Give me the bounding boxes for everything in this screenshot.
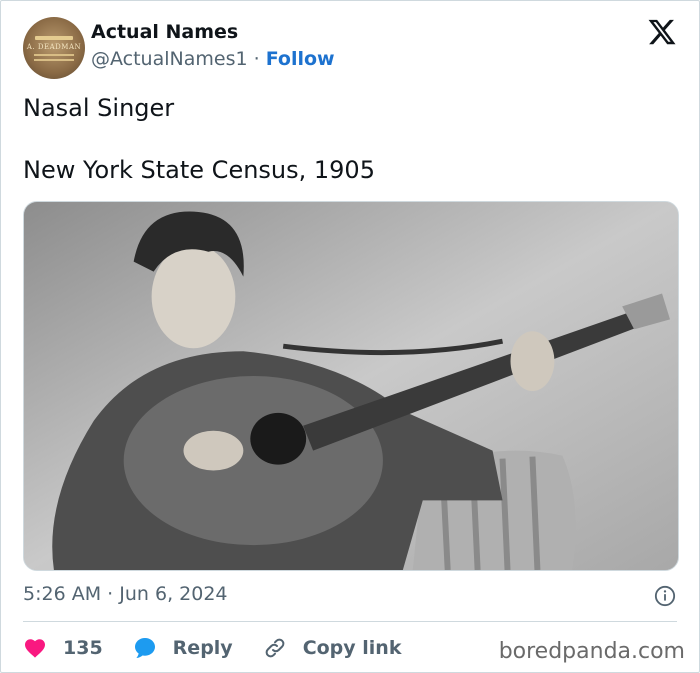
tweet-line-2: New York State Census, 1905 [23,156,375,184]
handle-separator: · [253,48,260,70]
author-handle-row: @ActualNames1 · Follow [91,48,335,70]
info-icon[interactable] [654,585,676,607]
heart-icon [25,639,45,658]
tweet-date: Jun 6, 2024 [119,583,228,605]
tweet-line-1: Nasal Singer [23,94,175,122]
action-bar: 135 Reply Copy link [23,633,431,663]
author-name[interactable]: Actual Names [91,21,238,43]
copy-link-label: Copy link [302,637,402,659]
x-logo-icon[interactable] [647,17,677,47]
avatar-plaque-line [34,53,74,56]
like-button[interactable]: 135 [23,636,103,660]
avatar-plaque-text: A. DEADMAN [26,42,82,51]
tweet-timestamp[interactable]: 5:26 AM · Jun 6, 2024 [23,583,228,605]
meta-separator: · [107,583,114,605]
copy-link-button[interactable]: Copy link [263,636,402,660]
link-icon [265,638,285,658]
reply-bubble-icon [134,638,155,658]
tweet-time: 5:26 AM [23,583,102,605]
watermark: boredpanda.com [498,639,685,664]
avatar-plaque-line [34,58,74,61]
tweet-text: Nasal Singer New York State Census, 1905 [23,93,375,186]
reply-button[interactable]: Reply [133,636,233,660]
divider [23,621,677,622]
tweet-card: A. DEADMAN Actual Names @ActualNames1 · … [0,0,700,673]
reply-label: Reply [172,637,233,659]
tweet-photo[interactable] [23,201,679,571]
author-handle[interactable]: @ActualNames1 [91,48,248,70]
avatar[interactable]: A. DEADMAN [23,17,85,79]
likes-count: 135 [63,637,103,659]
avatar-plaque-top [35,35,73,40]
follow-button[interactable]: Follow [266,48,335,70]
